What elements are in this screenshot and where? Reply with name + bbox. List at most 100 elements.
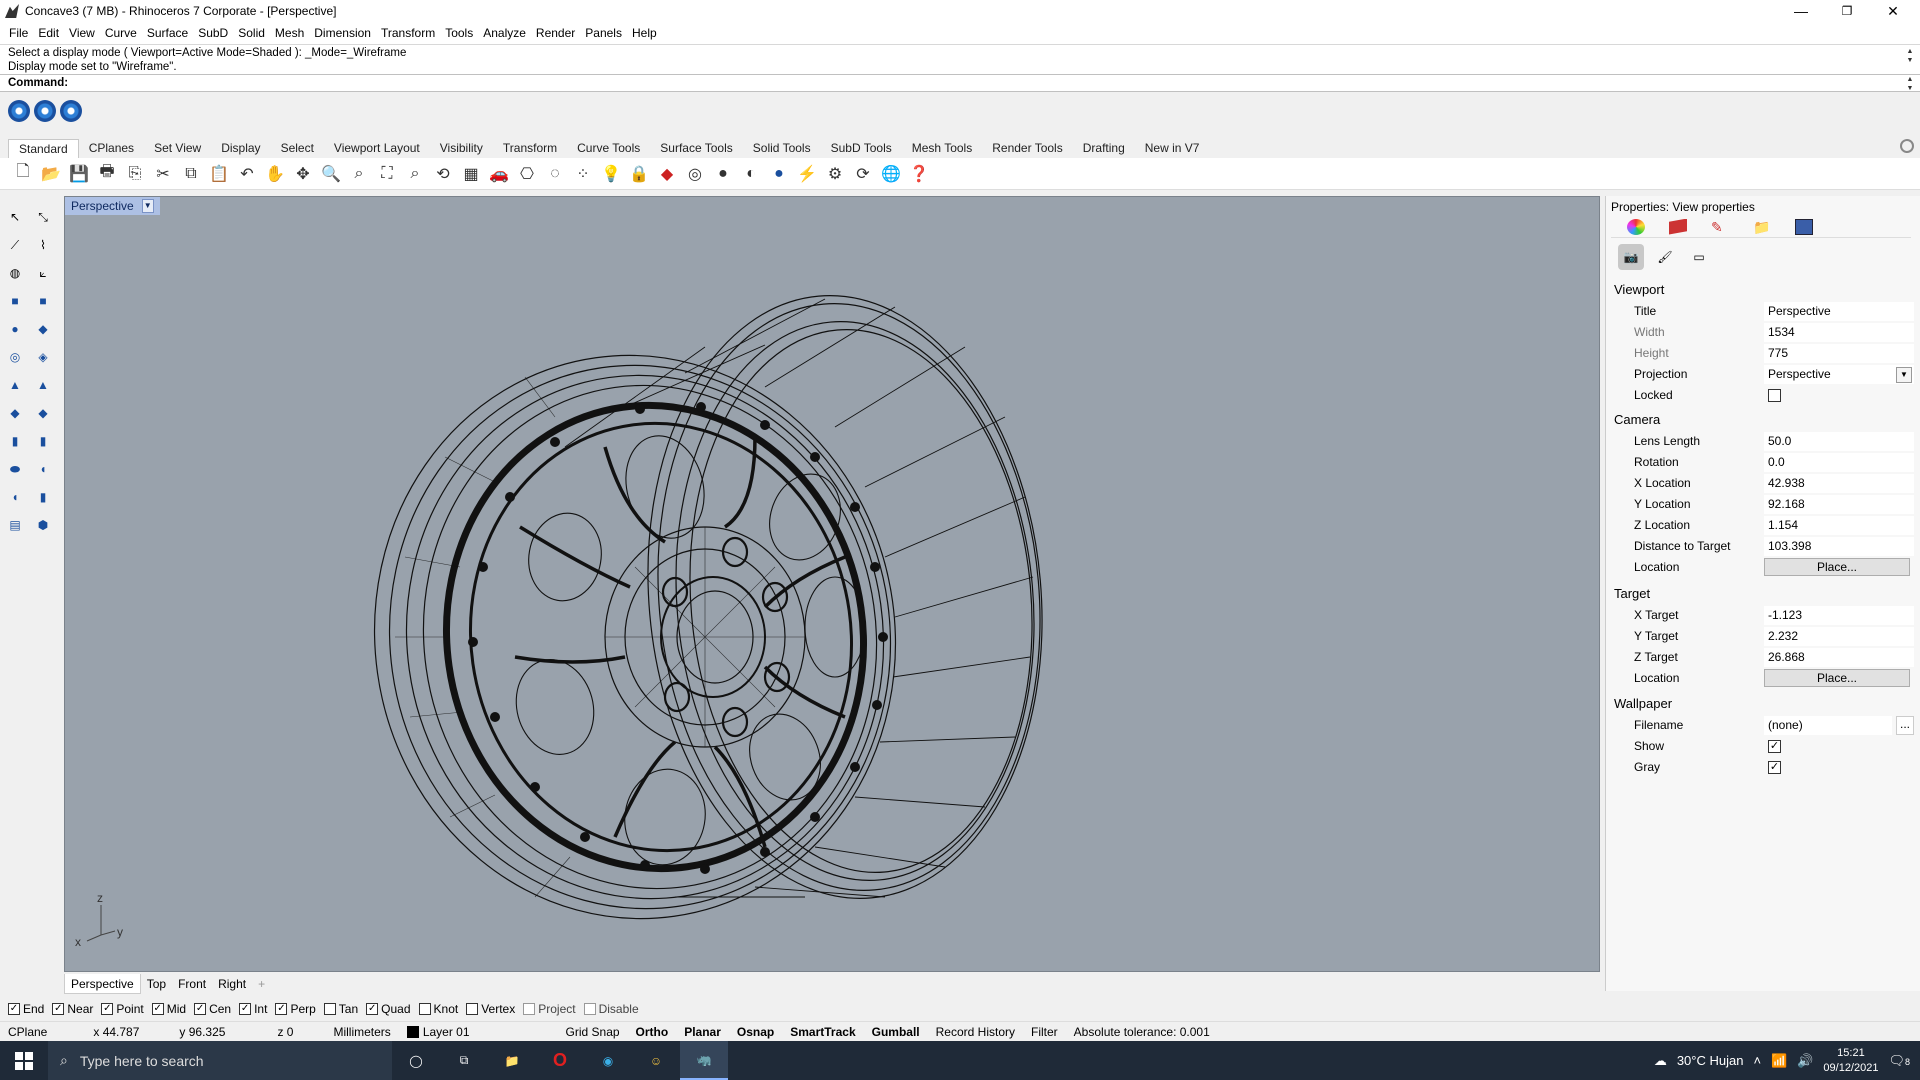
open-folder-icon[interactable]: 📂 bbox=[40, 163, 62, 185]
ellipsoid-icon[interactable]: ⬬ bbox=[4, 458, 26, 480]
osnap-knot[interactable]: Knot bbox=[418, 1002, 458, 1016]
globe-icon[interactable]: 🌐 bbox=[880, 163, 902, 185]
tab-drafting[interactable]: Drafting bbox=[1073, 139, 1135, 158]
perspective-viewport[interactable]: Perspective ▼ z x y bbox=[64, 196, 1600, 972]
tab-surface-tools[interactable]: Surface Tools bbox=[650, 139, 743, 158]
help-icon[interactable]: ❓ bbox=[908, 163, 930, 185]
revolve-icon[interactable]: ◖ bbox=[32, 458, 54, 480]
loft-icon[interactable]: ◆ bbox=[32, 402, 54, 424]
height-field[interactable]: 775 bbox=[1764, 344, 1914, 363]
layers-tab-icon[interactable] bbox=[1669, 218, 1687, 235]
menu-transform[interactable]: Transform bbox=[376, 22, 440, 44]
x-location-field[interactable]: 42.938 bbox=[1764, 474, 1914, 493]
menu-mesh[interactable]: Mesh bbox=[270, 22, 309, 44]
width-field[interactable]: 1534 bbox=[1764, 323, 1914, 342]
start-button[interactable] bbox=[0, 1041, 48, 1080]
menu-edit[interactable]: Edit bbox=[33, 22, 64, 44]
vp-tab-right[interactable]: Right bbox=[212, 974, 252, 994]
solid-box-icon[interactable]: ■ bbox=[32, 290, 54, 312]
tab-solid-tools[interactable]: Solid Tools bbox=[743, 139, 821, 158]
render-sphere-icon[interactable]: ● bbox=[768, 163, 790, 185]
tab-subd-tools[interactable]: SubD Tools bbox=[821, 139, 902, 158]
menu-render[interactable]: Render bbox=[531, 22, 580, 44]
analyze-icon[interactable]: ⚡ bbox=[796, 163, 818, 185]
osnap-perp[interactable]: ✓ Perp bbox=[275, 1002, 316, 1016]
notifications-icon[interactable]: 🗨8 bbox=[1888, 1053, 1910, 1069]
target-place-button[interactable]: Place... bbox=[1764, 669, 1910, 687]
minimize-button[interactable]: — bbox=[1778, 0, 1824, 22]
osnap-end[interactable]: ✓ End bbox=[8, 1002, 44, 1016]
camera-place-button[interactable]: Place... bbox=[1764, 558, 1910, 576]
cone-icon[interactable]: ▲ bbox=[4, 374, 26, 396]
cplane-indicator[interactable]: CPlane bbox=[0, 1025, 55, 1039]
command-scroll[interactable]: ▲ ▼ bbox=[1904, 75, 1916, 93]
print-icon[interactable]: 🖶 bbox=[96, 163, 118, 185]
paste-icon[interactable]: 📋 bbox=[208, 163, 230, 185]
vp-tab-front[interactable]: Front bbox=[172, 974, 212, 994]
tab-select[interactable]: Select bbox=[271, 139, 324, 158]
osnap-disable[interactable]: Disable bbox=[583, 1002, 639, 1016]
osnap-mid[interactable]: ✓ Mid bbox=[151, 1002, 186, 1016]
edge-icon[interactable]: ◉ bbox=[584, 1041, 632, 1080]
task-view-icon[interactable]: ⧉ bbox=[440, 1041, 488, 1080]
surface-icon[interactable]: ◆ bbox=[32, 318, 54, 340]
pan-hand-icon[interactable]: ✋ bbox=[264, 163, 286, 185]
copy-icon[interactable]: ⧉ bbox=[180, 163, 202, 185]
sphere-tool-icon[interactable]: ● bbox=[4, 318, 26, 340]
clock[interactable]: 15:21 09/12/2021 bbox=[1823, 1046, 1878, 1076]
undo-view-icon[interactable]: ⟲ bbox=[432, 163, 454, 185]
rhino-taskbar-icon[interactable]: 🦏 bbox=[680, 1041, 728, 1080]
properties-tab-icon[interactable] bbox=[1627, 218, 1645, 235]
menu-curve[interactable]: Curve bbox=[100, 22, 142, 44]
weather-text[interactable]: 30°C Hujan bbox=[1677, 1053, 1744, 1068]
grid-snap-toggle[interactable]: Grid Snap bbox=[558, 1025, 628, 1039]
menu-panels[interactable]: Panels bbox=[580, 22, 627, 44]
subd-icon[interactable]: ⬢ bbox=[32, 514, 54, 536]
tab-mesh-tools[interactable]: Mesh Tools bbox=[902, 139, 982, 158]
tab-display[interactable]: Display bbox=[211, 139, 270, 158]
wheel-wireframe-model[interactable] bbox=[65, 197, 1600, 972]
y-location-field[interactable]: 92.168 bbox=[1764, 495, 1914, 514]
distance-to-target-field[interactable]: 103.398 bbox=[1764, 537, 1914, 556]
zoom-selected-icon[interactable]: ⌕ bbox=[404, 163, 426, 185]
opera-icon[interactable]: O bbox=[536, 1041, 584, 1080]
locked-checkbox[interactable] bbox=[1768, 389, 1781, 402]
tab-set-view[interactable]: Set View bbox=[144, 139, 211, 158]
libraries-folder-icon[interactable]: 📁 bbox=[1753, 219, 1771, 235]
gray-checkbox[interactable]: ✓ bbox=[1768, 761, 1781, 774]
select-arrow-icon[interactable]: ↖ bbox=[4, 206, 26, 228]
rotation-field[interactable]: 0.0 bbox=[1764, 453, 1914, 472]
display-mode-icon[interactable] bbox=[8, 100, 30, 122]
units-display[interactable]: Millimeters bbox=[325, 1025, 398, 1039]
emoji-app-icon[interactable]: ☺ bbox=[632, 1041, 680, 1080]
car-icon[interactable]: 🚗 bbox=[488, 163, 510, 185]
osnap-vertex[interactable]: Vertex bbox=[466, 1002, 515, 1016]
boolean-icon[interactable]: ▮ bbox=[32, 486, 54, 508]
zoom-extents-icon[interactable]: ⛶ bbox=[376, 163, 398, 185]
tab-transform[interactable]: Transform bbox=[493, 139, 567, 158]
tab-standard[interactable]: Standard bbox=[8, 139, 79, 158]
dimension-icon[interactable]: ⟳ bbox=[852, 163, 874, 185]
menu-view[interactable]: View bbox=[64, 22, 100, 44]
osnap-tan[interactable]: Tan bbox=[323, 1002, 358, 1016]
menu-solid[interactable]: Solid bbox=[233, 22, 270, 44]
taskbar-search-box[interactable]: ⌕ Type here to search bbox=[48, 1041, 392, 1080]
circle-tool-icon[interactable]: ◍ bbox=[4, 262, 26, 284]
torus-icon[interactable]: ◎ bbox=[4, 346, 26, 368]
new-file-icon[interactable]: 🗋 bbox=[12, 163, 34, 185]
record-history-toggle[interactable]: Record History bbox=[928, 1025, 1023, 1039]
weather-icon[interactable]: ☁ bbox=[1654, 1053, 1667, 1069]
menu-subd[interactable]: SubD bbox=[193, 22, 233, 44]
command-line[interactable]: Command: ▲ ▼ bbox=[0, 74, 1920, 92]
smarttrack-toggle[interactable]: SmartTrack bbox=[782, 1025, 863, 1039]
cylinder-icon[interactable]: ▮ bbox=[4, 430, 26, 452]
menu-file[interactable]: File bbox=[4, 22, 33, 44]
zoom-icon[interactable]: 🔍 bbox=[320, 163, 342, 185]
arc-icon[interactable]: ⟀ bbox=[32, 262, 54, 284]
x-target-field[interactable]: -1.123 bbox=[1764, 606, 1914, 625]
shaded-sphere-icon[interactable]: ◐ bbox=[740, 163, 762, 185]
curve-icon[interactable]: ⌇ bbox=[32, 234, 54, 256]
z-location-field[interactable]: 1.154 bbox=[1764, 516, 1914, 535]
cortana-icon[interactable]: ◯ bbox=[392, 1041, 440, 1080]
ortho-toggle[interactable]: Ortho bbox=[628, 1025, 677, 1039]
